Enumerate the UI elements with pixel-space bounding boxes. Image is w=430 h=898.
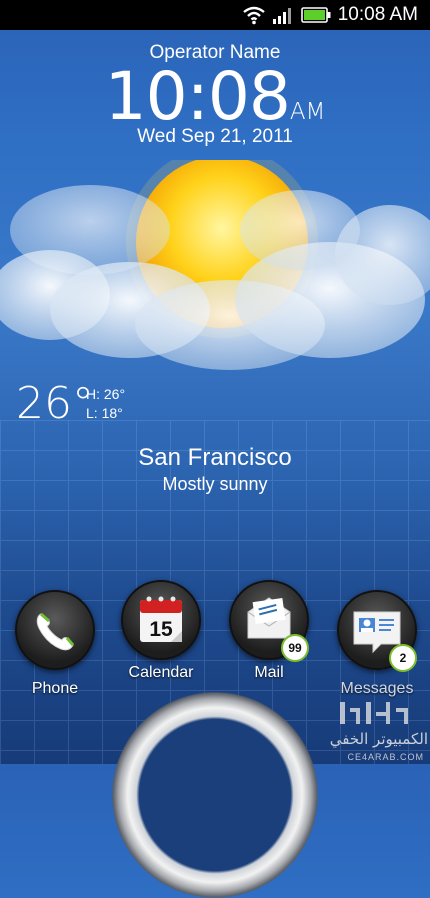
status-bar: 10:08 AM: [0, 0, 430, 30]
messages-icon[interactable]: 2: [337, 590, 417, 672]
calendar-icon[interactable]: 15: [121, 580, 201, 660]
phone-icon[interactable]: [15, 590, 95, 670]
watermark-logo-icon: [340, 702, 408, 724]
clock-ampm: AM: [289, 99, 326, 125]
dock-item-calendar[interactable]: 15 Calendar: [121, 580, 201, 682]
signal-icon: [272, 5, 294, 30]
watermark-arabic: الكمبيوتر الخفي: [329, 730, 428, 748]
lockscreen-clock: 10:08AM: [0, 58, 430, 135]
mail-label: Mail: [254, 664, 284, 681]
watermark-site: CE4ARAB.COM: [347, 752, 424, 762]
mail-badge: 99: [281, 634, 309, 662]
watermark: الكمبيوتر الخفي CE4ARAB.COM: [328, 670, 428, 762]
weather-city[interactable]: San Francisco: [0, 444, 430, 472]
lockscreen-date: Wed Sep 21, 2011: [137, 126, 293, 147]
weather-condition: Mostly sunny: [162, 474, 268, 494]
status-time: 10:08 AM: [337, 4, 418, 25]
messages-badge: 2: [389, 644, 417, 672]
calendar-label: Calendar: [128, 664, 194, 681]
wifi-icon: [242, 5, 266, 30]
sun-behind-cloud-icon: [0, 160, 430, 370]
unlock-ring[interactable]: [112, 692, 318, 898]
phone-label: Phone: [31, 680, 79, 697]
clock-time: 10:08: [104, 58, 291, 135]
battery-icon: [301, 7, 331, 28]
calendar-day: 15: [149, 618, 173, 641]
dock-item-phone[interactable]: Phone: [15, 590, 95, 698]
mail-icon[interactable]: 99: [229, 580, 309, 662]
dock-item-mail[interactable]: 99 Mail: [229, 580, 309, 682]
high-low-temps: H: 26° L: 18°: [86, 385, 125, 423]
high-temp: H: 26°: [86, 386, 126, 402]
